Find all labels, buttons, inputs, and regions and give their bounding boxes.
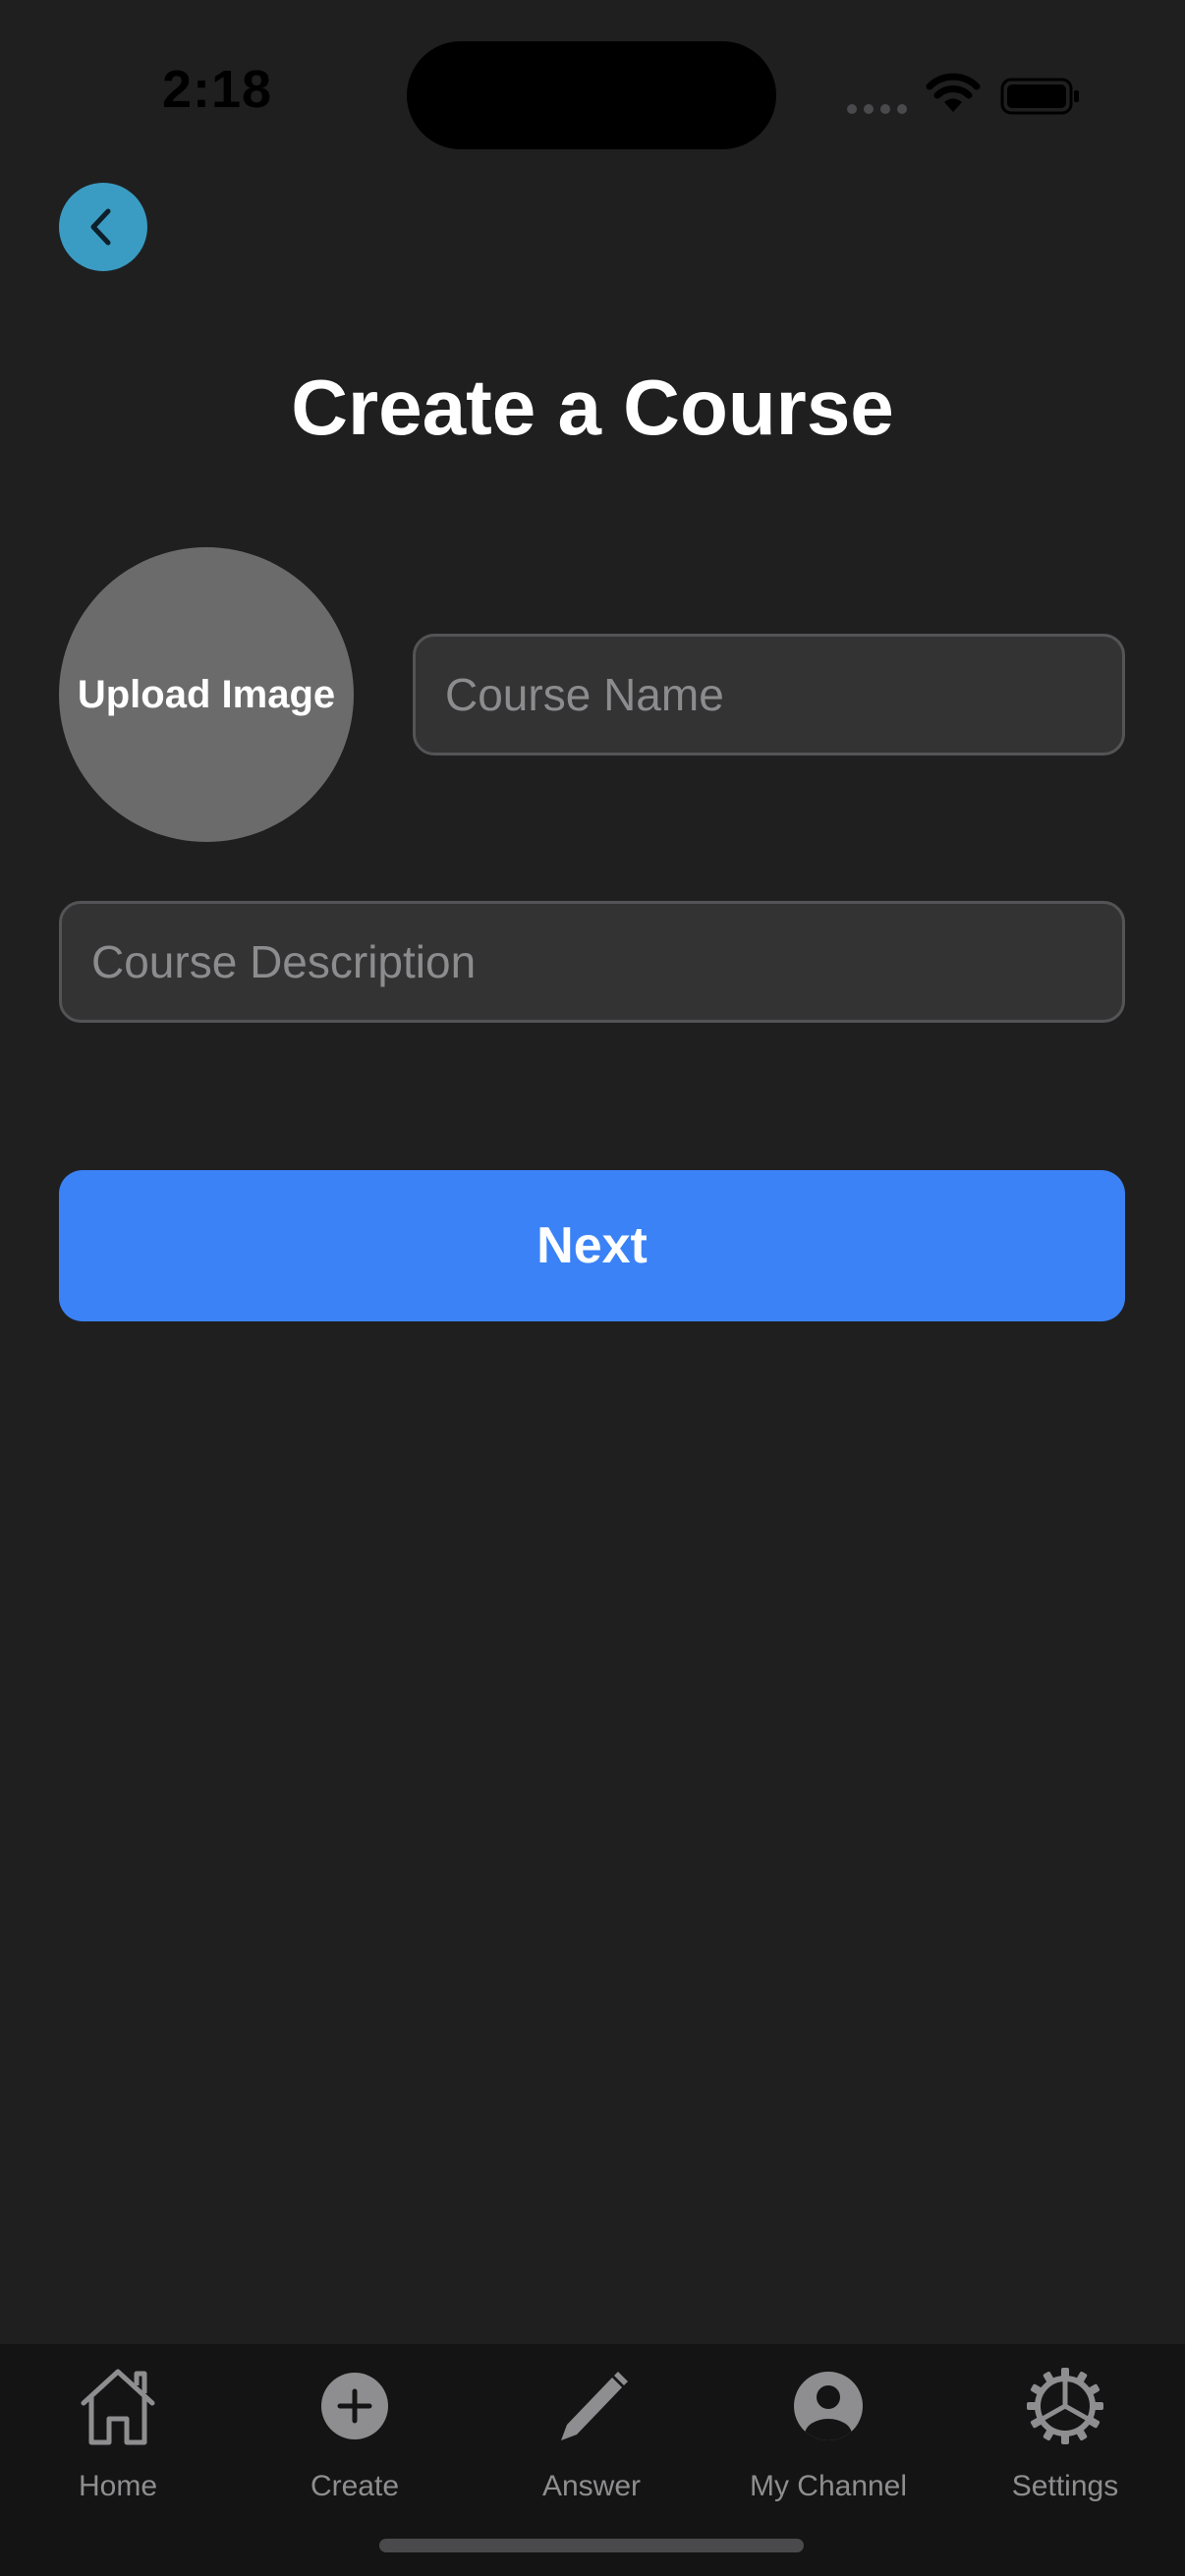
chevron-left-icon — [90, 208, 111, 246]
tab-settings[interactable]: Settings — [957, 2364, 1173, 2511]
pencil-icon — [561, 2372, 628, 2440]
next-button[interactable]: Next — [59, 1170, 1125, 1321]
tab-home-label: Home — [78, 2470, 158, 2502]
tab-home[interactable]: Home — [10, 2364, 226, 2511]
cellular-signal-icon — [847, 104, 908, 114]
course-name-input[interactable] — [413, 634, 1125, 756]
home-indicator — [379, 2539, 804, 2552]
tab-answer[interactable]: Answer — [483, 2364, 700, 2511]
battery-icon — [1000, 78, 1079, 115]
status-bar: 2:18 — [0, 0, 1185, 187]
tab-answer-label: Answer — [541, 2470, 642, 2502]
status-time: 2:18 — [161, 60, 273, 119]
plus-circle-icon — [321, 2373, 388, 2439]
house-icon — [81, 2369, 155, 2445]
tab-settings-label: Settings — [1011, 2470, 1119, 2502]
gear-icon — [1027, 2368, 1103, 2444]
tab-my-channel[interactable]: My Channel — [720, 2364, 936, 2511]
upload-image-button[interactable]: Upload Image — [59, 547, 354, 842]
person-circle-icon — [794, 2372, 863, 2440]
dynamic-island — [407, 41, 776, 149]
course-description-input[interactable] — [59, 901, 1125, 1023]
tab-my-channel-label: My Channel — [749, 2470, 908, 2502]
create-course-screen: 2:18 Create a Course Upload Image Course… — [0, 0, 1185, 2576]
wifi-icon — [926, 73, 981, 112]
back-button[interactable] — [59, 183, 147, 271]
tab-create[interactable]: Create — [247, 2364, 463, 2511]
page-title: Create a Course — [291, 364, 894, 451]
tab-create-label: Create — [310, 2470, 400, 2502]
upload-image-label: Upload Image — [77, 672, 336, 716]
